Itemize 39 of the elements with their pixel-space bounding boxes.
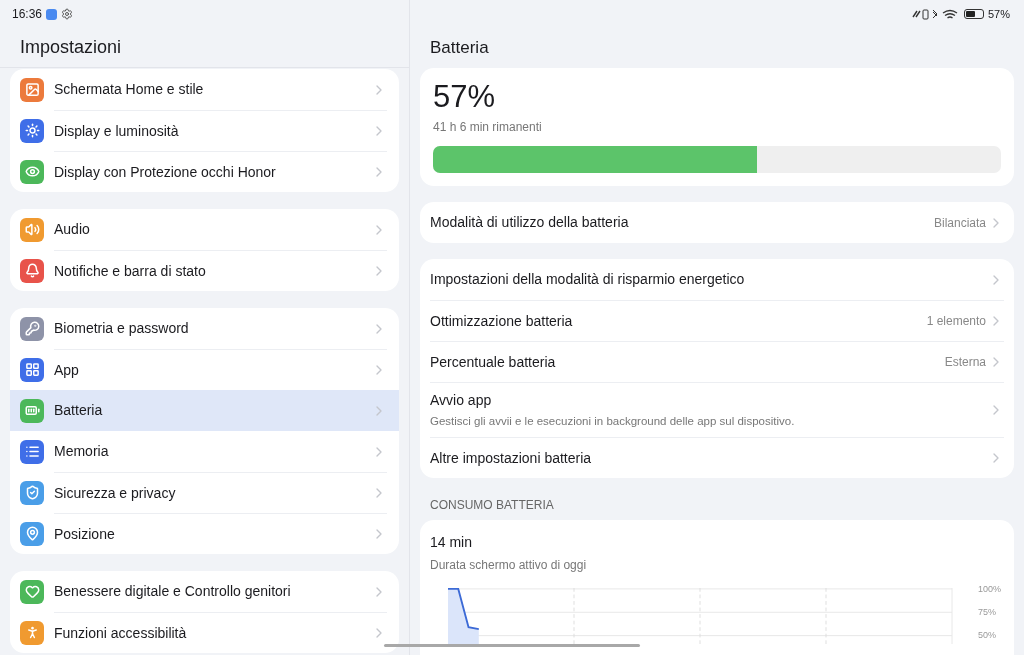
axis-label: 100% [978,584,1002,594]
axis-label: 50% [978,630,997,640]
sidebar-item[interactable]: Sicurezza e privacy [10,472,399,513]
row-value: Esterna [944,354,986,371]
sidebar-item[interactable]: Display e luminosità [10,110,399,151]
section-header: CONSUMO BATTERIA [429,497,555,514]
settings-row[interactable]: Ottimizzazione batteria 1 elemento [430,300,1004,341]
settings-row[interactable]: Modalità di utilizzo della batteria Bilanciata [430,202,1004,243]
sidebar-title: Impostazioni [20,36,122,59]
row-description: Gestisci gli avvii e le esecuzioni in background delle app sul dispositivo. [430,413,796,429]
sidebar-item[interactable]: Notifiche e barra di stato [10,250,399,291]
status-icons-drawing [911,8,960,20]
sidebar-item[interactable]: Audio [10,209,399,250]
page-title: Batteria [430,37,489,60]
clock-time: 16:36 [12,6,43,23]
battery-percent: 57% [987,6,1010,22]
home-indicator[interactable] [384,644,640,647]
row-value: Bilanciata [933,214,986,232]
sidebar-item[interactable]: Batteria [10,390,399,431]
sidebar-item[interactable]: Display con Protezione occhi Honor [10,151,399,192]
sidebar-item[interactable]: Biometria e password [10,308,399,349]
battery-percentage: 57% [433,80,497,114]
settings-row[interactable]: Percentuale batteria Esterna [430,341,1004,382]
screen-time-value: 14 min [430,533,474,552]
battery-status-icon [963,9,984,19]
settings-row[interactable]: Impostazioni della modalità di risparmio energetico [430,259,1004,300]
settings-row[interactable]: Avvio app Gestisci gli avvii e le esecuzioni in background delle app sul dispositivo. [430,382,1004,437]
remaining-time: 41 h 6 min rimanenti [433,119,543,136]
sidebar-item[interactable]: Benessere digitale e Controllo genitori [10,571,399,612]
screen-time-caption: Durata schermo attivo di oggi [430,557,588,574]
row-value: 1 elemento [926,313,986,330]
sidebar-item[interactable]: Schermata Home e stile [10,69,399,110]
sidebar-item[interactable]: Memoria [10,431,399,472]
sidebar-item[interactable]: Funzioni accessibilità [10,612,399,653]
notification-icon [46,8,58,20]
axis-label: 75% [978,607,997,617]
settings-row[interactable]: Altre impostazioni batteria [430,437,1004,478]
settings-icon [61,8,74,20]
sidebar-item[interactable]: Posizione [10,513,399,554]
